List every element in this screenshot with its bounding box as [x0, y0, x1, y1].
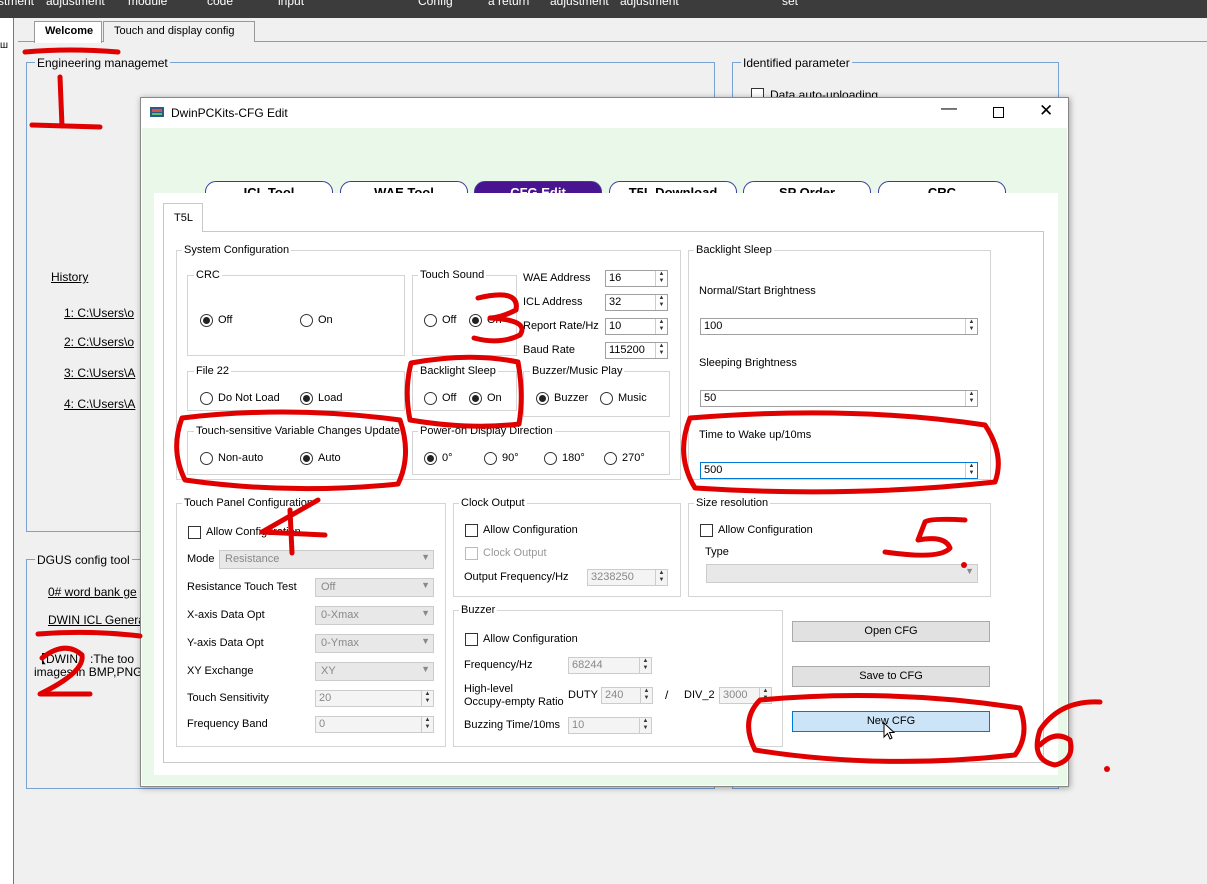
menu-item[interactable]: adjustment — [46, 0, 105, 8]
menu-item[interactable]: input — [278, 0, 304, 8]
dialog-titlebar: DwinPCKits-CFG Edit — ✕ — [141, 98, 1068, 128]
menu-item[interactable]: a return — [488, 0, 529, 8]
identified-title: Identified parameter — [741, 56, 852, 70]
strip-glyph: ш — [0, 40, 9, 51]
left-side-strip: ш — [0, 18, 14, 884]
menu-item[interactable]: stment — [0, 0, 34, 8]
minimize-icon[interactable]: — — [941, 100, 957, 118]
menu-item[interactable]: Config — [418, 0, 453, 8]
close-icon[interactable]: ✕ — [1039, 101, 1053, 121]
top-menu-bar: stment adjustment module code input Conf… — [0, 0, 1207, 18]
t5l-pane — [163, 231, 1044, 763]
dgus-link[interactable]: 0# word bank ge — [48, 585, 137, 599]
dgus-title: DGUS config tool — [35, 553, 132, 567]
maximize-icon[interactable] — [993, 107, 1004, 118]
history-item[interactable]: 1: C:\Users\o — [64, 306, 134, 320]
engineering-title: Engineering managemet — [35, 56, 170, 70]
menu-item[interactable]: module — [128, 0, 167, 8]
history-item[interactable]: 2: C:\Users\o — [64, 335, 134, 349]
menu-item[interactable]: adjustment — [550, 0, 609, 8]
history-item[interactable]: 3: C:\Users\A — [64, 366, 135, 380]
tab-touch-display-config[interactable]: Touch and display config — [103, 21, 255, 42]
app-icon — [150, 107, 164, 117]
dgus-note: images in BMP,PNG — [34, 665, 143, 679]
menu-item[interactable]: code — [207, 0, 233, 8]
menu-item[interactable]: adjustment — [620, 0, 679, 8]
dialog-title: DwinPCKits-CFG Edit — [171, 106, 288, 120]
tab-t5l[interactable]: T5L — [163, 203, 203, 232]
tab-welcome[interactable]: Welcome — [34, 21, 102, 43]
history-item[interactable]: 4: C:\Users\A — [64, 397, 135, 411]
menu-item[interactable]: set — [782, 0, 798, 8]
history-label[interactable]: History — [51, 270, 88, 284]
dgus-link[interactable]: DWIN ICL Genera — [48, 613, 145, 627]
